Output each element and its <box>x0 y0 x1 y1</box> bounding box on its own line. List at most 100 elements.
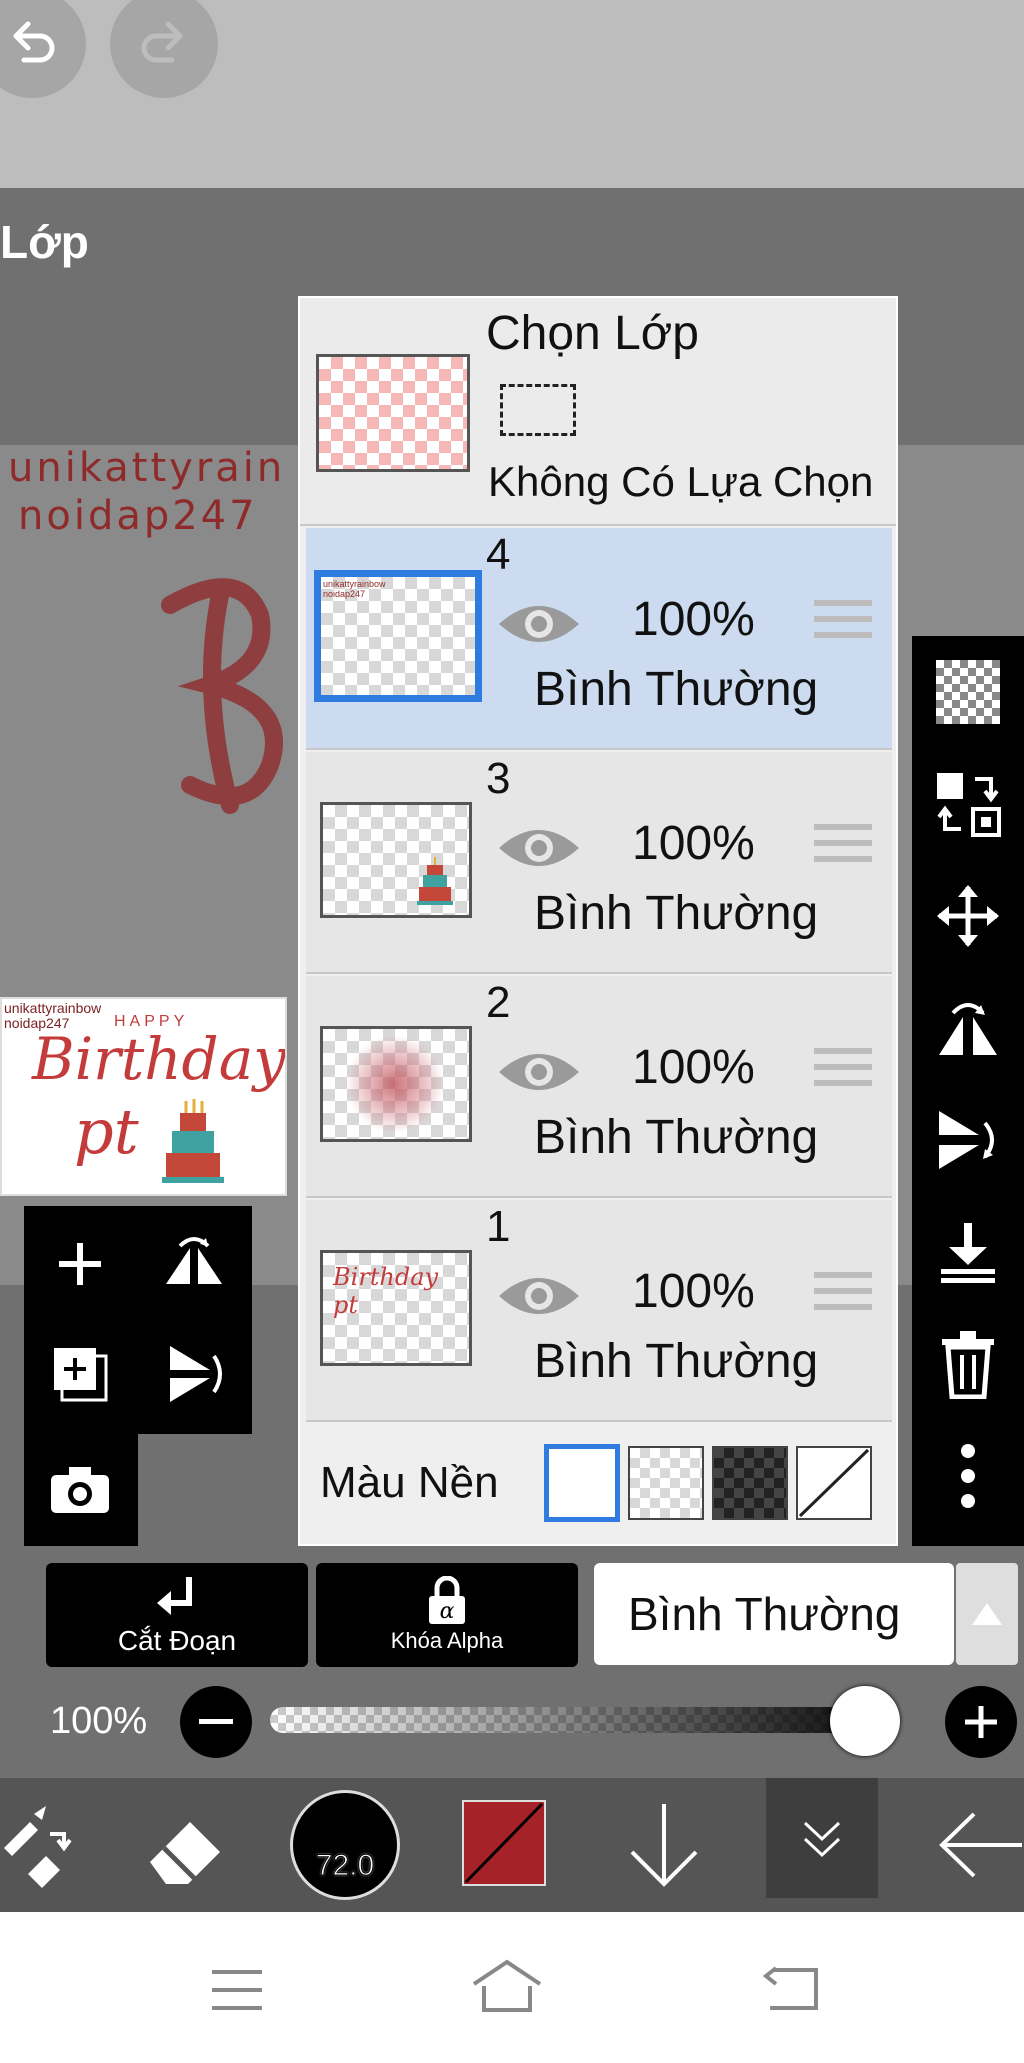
bottom-toolbar: 72.0 <box>0 1778 1024 1912</box>
triangle-up-icon <box>972 1603 1002 1625</box>
flip-h-button[interactable] <box>928 988 1008 1068</box>
layer-opacity: 100% <box>632 817 755 870</box>
eye-icon[interactable] <box>496 822 582 874</box>
layer-row-4[interactable]: unikattyrainbow noidap247 4 100% Bình Th… <box>306 528 892 750</box>
swap-layer-button[interactable] <box>928 764 1008 844</box>
recent-apps-button[interactable] <box>210 1968 264 2017</box>
bg-option-dark-checker[interactable] <box>712 1446 788 1520</box>
layer-number: 4 <box>486 530 511 579</box>
bg-option-none[interactable] <box>796 1446 872 1520</box>
selection-marquee-icon <box>500 384 576 436</box>
checkerboard-icon <box>936 660 1000 724</box>
opacity-decrease-button[interactable] <box>180 1686 252 1758</box>
cake-icon <box>417 857 453 905</box>
bg-option-transparent[interactable] <box>628 1446 704 1520</box>
panel-title: Lớp <box>0 216 89 268</box>
right-toolbar <box>912 636 1024 1546</box>
bg-option-white[interactable] <box>544 1444 620 1522</box>
layer-thumbnail <box>320 802 472 918</box>
brush-size-button[interactable]: 72.0 <box>290 1790 400 1900</box>
opacity-increase-button[interactable] <box>945 1686 1017 1758</box>
layer-blend-mode: Bình Thường <box>534 663 819 716</box>
clipping-arrow-icon <box>157 1577 192 1615</box>
drag-handle-icon[interactable] <box>814 1048 872 1096</box>
alpha-lock-button[interactable]: α Khóa Alpha <box>316 1563 578 1667</box>
collapse-panel-button[interactable] <box>766 1778 878 1898</box>
background-label: Màu Nền <box>320 1458 499 1507</box>
preview-birthday: Birthday <box>32 1025 287 1093</box>
canvas-preview[interactable]: unikattyrainbow noidap247 HAPPY Birthday… <box>0 997 287 1196</box>
layer-thumbnail-text: Birthday pt <box>333 1263 439 1319</box>
swap-icon <box>937 773 1001 837</box>
brush-size-value: 72.0 <box>315 1849 375 1883</box>
flip-horizontal-button[interactable] <box>154 1224 234 1304</box>
delete-layer-button[interactable] <box>928 1324 1008 1404</box>
layer-blend-mode: Bình Thường <box>534 1335 819 1388</box>
undo-icon <box>13 21 55 63</box>
layer-row-3[interactable]: 3 100% Bình Thường <box>306 752 892 974</box>
eye-icon[interactable] <box>496 1270 582 1322</box>
color-slash-icon <box>464 1802 544 1884</box>
canvas-watermark-line2: noidap247 <box>18 493 258 539</box>
eraser-tool-button[interactable] <box>140 1800 232 1892</box>
layer-row-2[interactable]: 2 100% Bình Thường <box>306 976 892 1198</box>
background-color-row: Màu Nền <box>306 1428 892 1540</box>
move-down-button[interactable] <box>624 1800 704 1890</box>
trash-icon <box>942 1331 994 1399</box>
redo-icon <box>141 21 183 63</box>
blend-mode-dropdown-button[interactable] <box>956 1563 1018 1665</box>
double-chevron-down-icon <box>803 1821 841 1858</box>
layers-list: Chọn Lớp Không Có Lựa Chọn unikattyrainb… <box>298 296 898 1546</box>
duplicate-icon <box>54 1348 108 1402</box>
color-swatch-button[interactable] <box>462 1800 546 1886</box>
flip-vertical-button[interactable] <box>154 1334 234 1414</box>
transparency-button[interactable] <box>928 652 1008 732</box>
layer-thumbnail: unikattyrainbow noidap247 <box>314 570 482 702</box>
drag-handle-icon[interactable] <box>814 600 872 648</box>
preview-pt: pt <box>74 1095 139 1168</box>
opacity-slider[interactable] <box>270 1707 900 1733</box>
back-button[interactable] <box>938 1802 1024 1888</box>
duplicate-layer-button[interactable] <box>40 1334 120 1414</box>
home-button[interactable] <box>470 1958 544 2019</box>
drag-handle-icon[interactable] <box>814 824 872 872</box>
drag-handle-icon[interactable] <box>814 1272 872 1320</box>
clipping-button[interactable]: Cắt Đoạn <box>46 1563 308 1667</box>
eye-icon[interactable] <box>496 598 582 650</box>
lock-alpha-icon: α <box>429 1576 465 1624</box>
layer-row-1[interactable]: Birthday pt 1 100% Bình Thường <box>306 1200 892 1422</box>
system-nav-bar <box>0 1912 1024 2063</box>
blur-blob <box>345 1035 445 1133</box>
layer-number: 2 <box>486 978 511 1027</box>
flip-horizontal-icon <box>939 1003 997 1055</box>
selection-title: Chọn Lớp <box>486 307 699 360</box>
svg-text:α: α <box>440 1599 455 1624</box>
merge-down-button[interactable] <box>928 1212 1008 1292</box>
selection-thumbnail <box>316 354 470 472</box>
add-layer-button[interactable] <box>40 1224 120 1304</box>
canvas-watermark-line1: unikattyrain <box>8 445 286 491</box>
flip-horizontal-icon <box>166 1237 222 1284</box>
back-nav-icon <box>762 1966 818 2010</box>
more-options-button[interactable] <box>928 1436 1008 1516</box>
top-bar <box>0 0 1024 188</box>
blend-mode-select[interactable]: Bình Thường <box>594 1563 954 1665</box>
eraser-icon <box>150 1822 220 1884</box>
selection-layer-row[interactable]: Chọn Lớp Không Có Lựa Chọn <box>300 298 896 526</box>
blend-mode-value: Bình Thường <box>628 1588 901 1640</box>
layer-blend-mode: Bình Thường <box>534 887 819 940</box>
undo-button[interactable] <box>0 0 86 98</box>
home-icon <box>472 1959 542 2012</box>
tool-switch-button[interactable] <box>0 1804 76 1888</box>
back-nav-button[interactable] <box>762 1966 820 2017</box>
layer-blend-mode: Bình Thường <box>534 1111 819 1164</box>
move-button[interactable] <box>928 876 1008 956</box>
brush-eraser-switch-icon <box>4 1806 72 1888</box>
redo-button[interactable] <box>110 0 218 98</box>
flip-v-button[interactable] <box>928 1100 1008 1180</box>
camera-button[interactable] <box>40 1450 120 1530</box>
eye-icon[interactable] <box>496 1046 582 1098</box>
clipping-label: Cắt Đoạn <box>117 1625 237 1656</box>
menu-lines-icon <box>212 1970 262 2010</box>
opacity-slider-knob[interactable] <box>830 1686 900 1756</box>
